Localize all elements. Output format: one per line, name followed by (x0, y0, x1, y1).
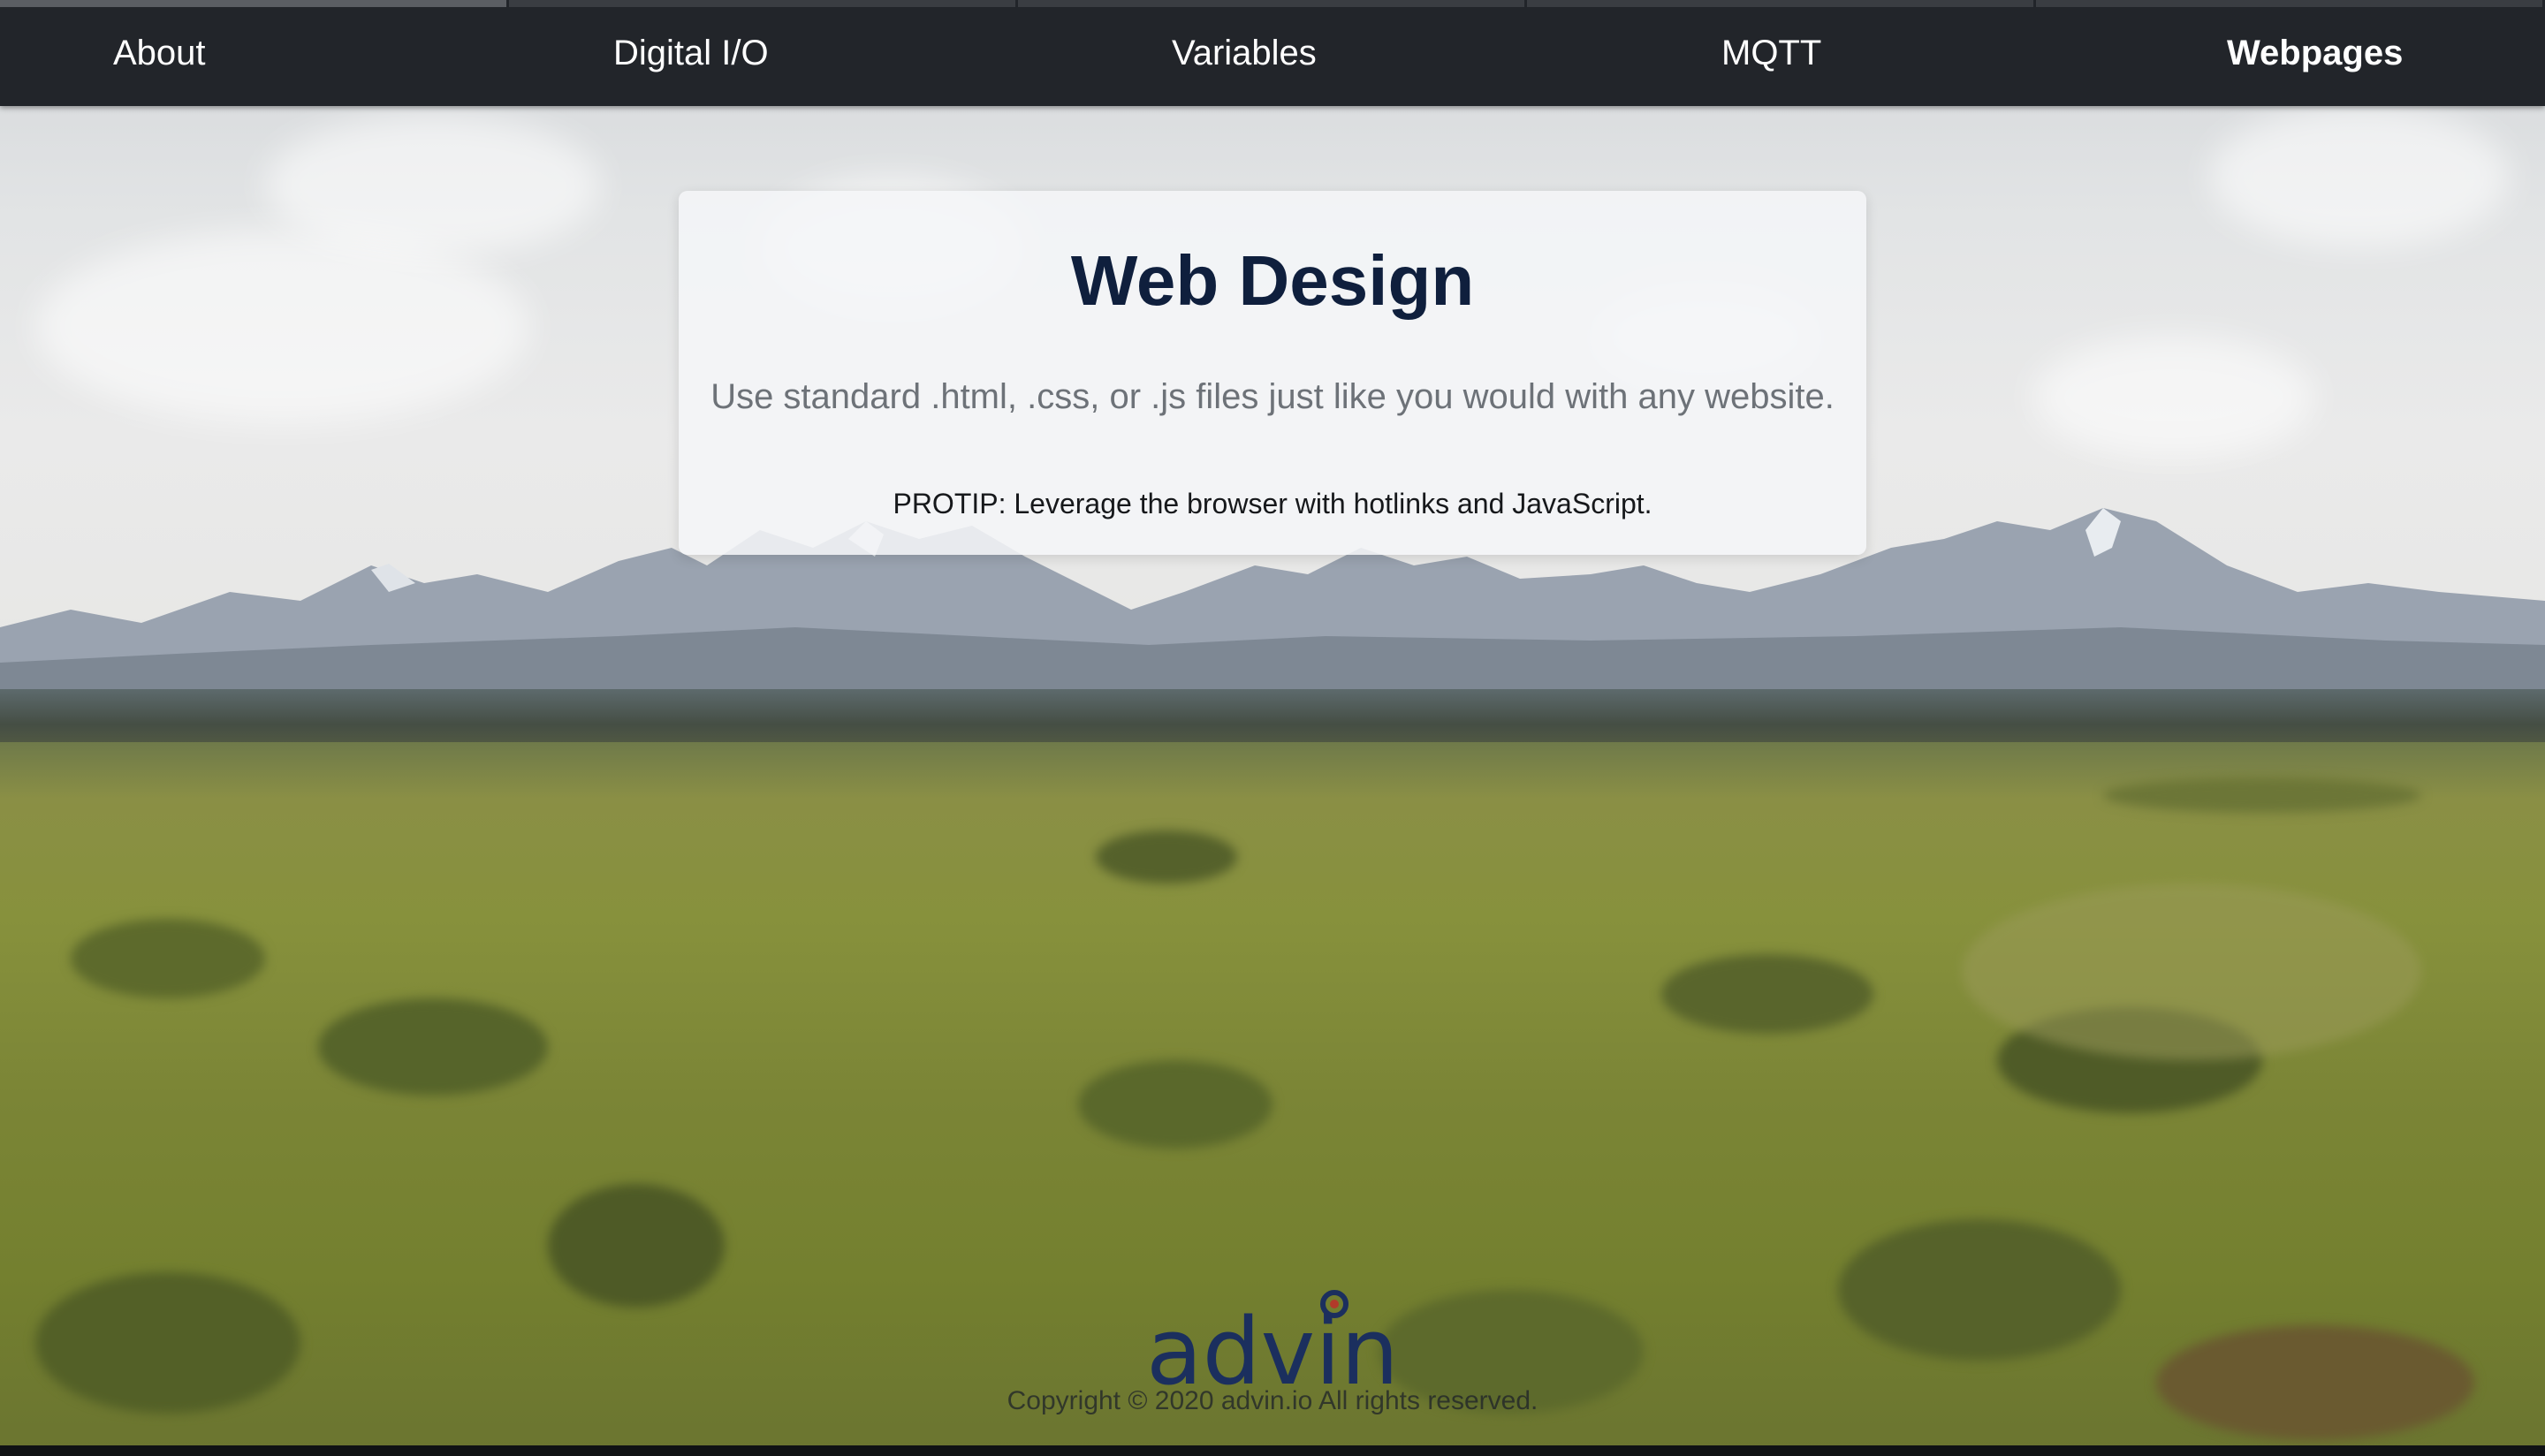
protip-text: PROTIP: Leverage the browser with hotlin… (893, 488, 1652, 519)
nav-item-about[interactable]: About (113, 30, 206, 76)
advin-logo[interactable]: advin (1140, 1279, 1405, 1406)
top-nav: About Digital I/O Variables MQTT Webpage… (0, 0, 2545, 106)
card-subtitle: Use standard .html, .css, or .js files j… (710, 377, 1835, 416)
advin-logo-icon: advin (1146, 1290, 1399, 1406)
nav-item-webpages[interactable]: Webpages (2227, 30, 2403, 76)
info-card: Web Design Use standard .html, .css, or … (679, 191, 1866, 555)
nav-item-variables[interactable]: Variables (1172, 30, 1317, 76)
page-title: Web Design (1070, 241, 1475, 320)
nav-progress-indicator (0, 0, 2545, 7)
logo-text: advin (1146, 1298, 1399, 1394)
bottom-bar (0, 1445, 2545, 1456)
nav-item-mqtt[interactable]: MQTT (1721, 30, 1821, 76)
nav-item-digital-io[interactable]: Digital I/O (613, 30, 769, 76)
copyright-text: Copyright © 2020 advin.io All rights res… (1007, 1386, 1538, 1415)
